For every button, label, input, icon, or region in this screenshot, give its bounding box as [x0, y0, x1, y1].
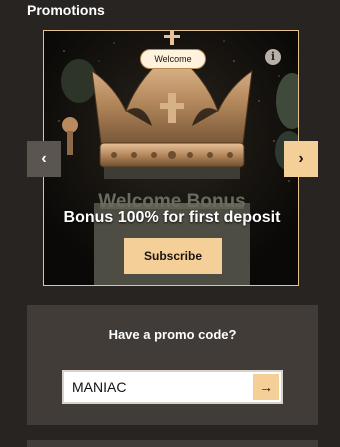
promo-code-field: → [62, 370, 283, 404]
section-title: Promotions [27, 2, 105, 18]
arrow-right-icon: → [259, 379, 273, 395]
next-panel-edge [27, 440, 318, 447]
welcome-badge: Welcome [140, 49, 206, 69]
subscribe-button[interactable]: Subscribe [124, 238, 222, 274]
carousel-next-button[interactable]: › [284, 141, 318, 177]
promo-submit-button[interactable]: → [253, 374, 279, 400]
promo-code-input[interactable] [72, 372, 252, 402]
info-icon[interactable]: i [265, 49, 281, 65]
chevron-right-icon: › [298, 150, 304, 167]
chevron-left-icon: ‹ [41, 150, 47, 167]
promo-code-title: Have a promo code? [108, 327, 237, 342]
carousel-prev-button[interactable]: ‹ [27, 141, 61, 177]
promotion-carousel: Welcome Bonus Welcome i Bonus 100% for f… [43, 30, 299, 286]
slide-caption: Bonus 100% for first deposit [63, 209, 281, 226]
promo-code-panel: Have a promo code? → [27, 305, 318, 425]
